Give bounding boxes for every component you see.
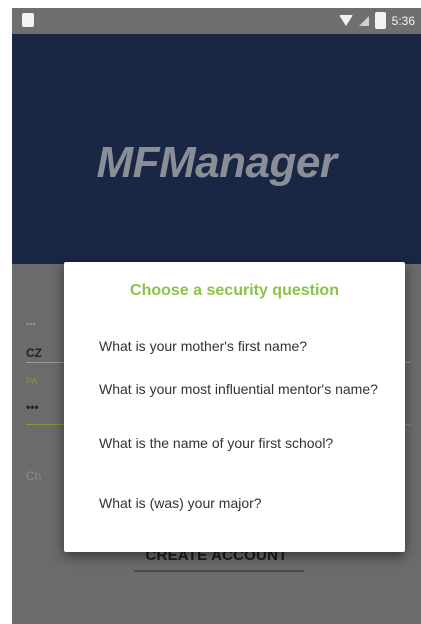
security-option-major[interactable]: What is (was) your major? — [99, 494, 379, 512]
app-title: MFManager — [96, 138, 337, 187]
dialog-title: Choose a security question — [130, 282, 339, 299]
wifi-icon — [338, 15, 353, 26]
security-question-dialog: Choose a security question What is your … — [64, 262, 405, 552]
status-icons: 5:36 — [338, 12, 415, 29]
status-bar: 5:36 — [12, 8, 421, 34]
username-field-label: ▪▪▪ — [26, 319, 36, 329]
signal-icon — [358, 15, 369, 26]
security-option-first-school[interactable]: What is the name of your first school? — [99, 434, 379, 452]
status-time: 5:36 — [391, 13, 415, 28]
app-header: MFManager — [12, 34, 421, 264]
battery-icon — [374, 12, 386, 29]
password-field-label: PA — [26, 376, 38, 386]
phone-screen: 5:36 MFManager ▪▪▪ CZ PA ••• Ch CREATE A… — [12, 8, 421, 624]
security-option-mentor-name[interactable]: What is your most influential mentor's n… — [99, 380, 379, 398]
security-question-field[interactable]: Ch — [26, 469, 41, 483]
password-field[interactable]: ••• — [26, 400, 39, 414]
create-account-underline — [134, 570, 304, 572]
security-option-mother-name[interactable]: What is your mother's first name? — [99, 337, 379, 355]
sim-card-icon — [22, 13, 34, 27]
username-field[interactable]: CZ — [26, 346, 42, 360]
